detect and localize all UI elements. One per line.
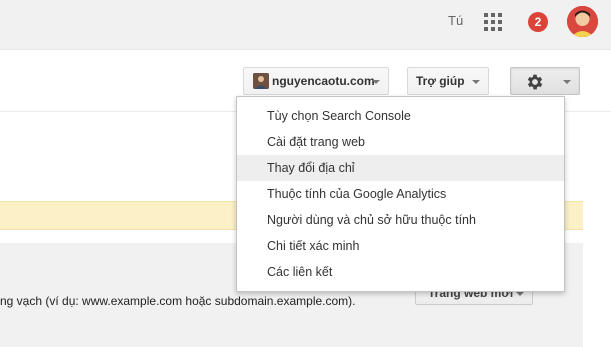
google-top-bar: Tú 2 (0, 0, 611, 50)
settings-dropdown-menu: Tùy chọn Search Console Cài đặt trang we… (236, 96, 565, 292)
settings-gear-button[interactable] (510, 67, 580, 95)
chevron-down-icon (563, 80, 571, 84)
url-hint-text: ng vạch (ví dụ: www.example.com hoặc sub… (0, 294, 356, 308)
menu-item-users-and-owners[interactable]: Người dùng và chủ sở hữu thuộc tính (237, 207, 564, 233)
chevron-down-icon (372, 80, 380, 84)
menu-item-associates[interactable]: Các liên kết (237, 259, 564, 285)
menu-item-search-console-preferences[interactable]: Tùy chọn Search Console (237, 103, 564, 129)
account-selector-button[interactable]: nguyencaotu.com (243, 67, 389, 95)
avatar[interactable] (567, 6, 598, 37)
apps-grid-icon[interactable] (484, 13, 502, 31)
menu-item-google-analytics-property[interactable]: Thuộc tính của Google Analytics (237, 181, 564, 207)
account-avatar-icon (253, 73, 269, 89)
gear-icon (527, 74, 543, 90)
help-label: Trợ giúp (416, 74, 465, 88)
help-button[interactable]: Trợ giúp (407, 67, 489, 95)
menu-item-change-address[interactable]: Thay đổi địa chỉ (237, 155, 564, 181)
avatar-image (567, 6, 598, 37)
account-label: nguyencaotu.com (272, 74, 375, 88)
chevron-down-icon (516, 292, 524, 296)
chevron-down-icon (472, 80, 480, 84)
menu-item-verification-details[interactable]: Chi tiết xác minh (237, 233, 564, 259)
notification-badge[interactable]: 2 (528, 12, 548, 32)
user-name-link[interactable]: Tú (448, 13, 463, 28)
menu-item-site-settings[interactable]: Cài đặt trang web (237, 129, 564, 155)
